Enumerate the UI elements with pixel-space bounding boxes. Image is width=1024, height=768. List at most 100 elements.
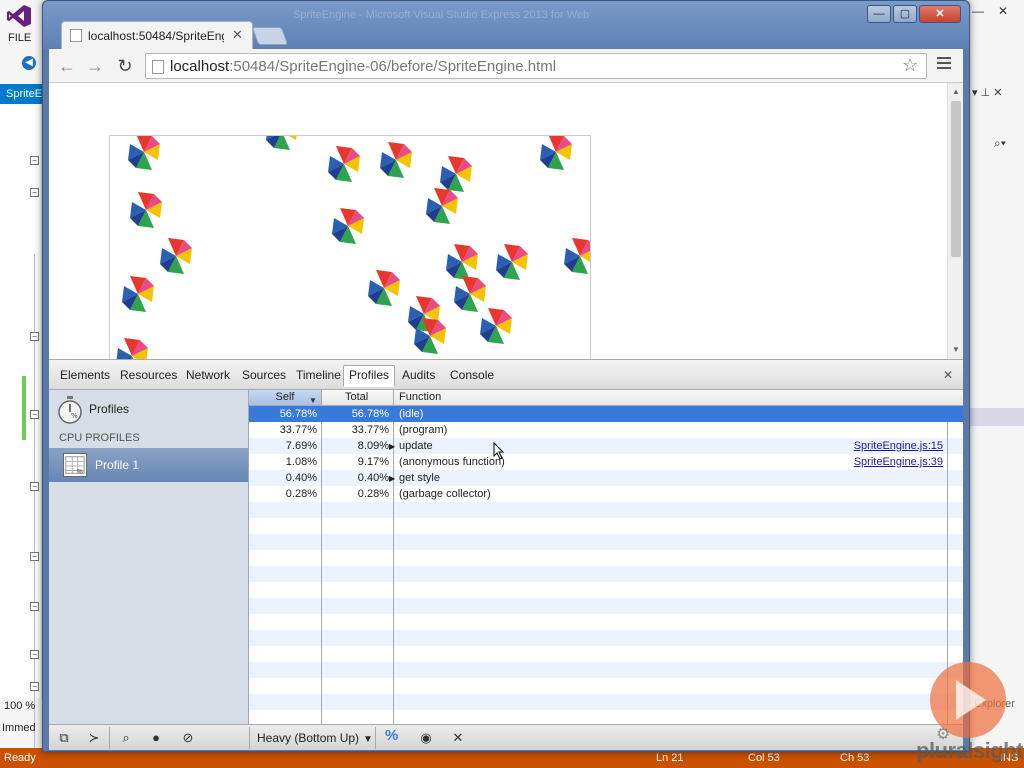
- page-scrollbar[interactable]: ▲ ▼: [947, 83, 963, 359]
- spreadsheet-icon: %: [63, 453, 87, 477]
- sprite-canvas[interactable]: [109, 135, 591, 359]
- grid-header: Self ▼ Total Function: [249, 390, 963, 406]
- address-bar[interactable]: localhost:50484/SpriteEngine-06/before/S…: [145, 53, 927, 79]
- tab-timeline[interactable]: Timeline: [291, 366, 346, 388]
- function-name: (garbage collector): [399, 488, 491, 500]
- expand-triangle-icon[interactable]: ▶: [389, 471, 399, 487]
- tab-console[interactable]: Console: [445, 366, 499, 388]
- tab-sources[interactable]: Sources: [237, 366, 291, 388]
- scroll-up-icon[interactable]: ▲: [952, 87, 960, 96]
- scrollbar-thumb[interactable]: [951, 101, 961, 257]
- browser-tab-active[interactable]: localhost:50484/SpriteEng ✕: [61, 21, 253, 49]
- eye-icon[interactable]: ◉: [415, 729, 437, 747]
- scroll-down-icon[interactable]: ▼: [952, 345, 960, 354]
- editor-tab[interactable]: SpriteE: [0, 84, 42, 104]
- function-name: (idle): [399, 408, 424, 420]
- back-arrow-icon[interactable]: ◀: [22, 56, 36, 70]
- close-window-button[interactable]: ✕: [919, 5, 961, 23]
- view-mode-select[interactable]: Heavy (Bottom Up) ▼: [257, 731, 373, 745]
- column-function[interactable]: Function: [399, 391, 441, 403]
- collapse-icon[interactable]: −: [30, 482, 39, 491]
- maximize-button[interactable]: ▢: [893, 5, 917, 23]
- percent-toggle-button[interactable]: %: [385, 727, 398, 744]
- cell-total: 56.78%: [351, 408, 389, 420]
- view-mode-label: Heavy (Bottom Up): [257, 731, 360, 745]
- column-total[interactable]: Total: [345, 391, 368, 403]
- tab-network[interactable]: Network: [181, 366, 235, 388]
- clear-icon[interactable]: ⊘: [177, 729, 199, 747]
- table-row[interactable]: 56.78% 56.78% (idle): [249, 406, 963, 422]
- column-self[interactable]: Self ▼: [249, 390, 321, 405]
- expand-triangle-icon[interactable]: ▶: [389, 439, 399, 455]
- record-icon[interactable]: ●: [145, 729, 167, 747]
- table-row[interactable]: 33.77% 33.77% (program): [249, 422, 963, 438]
- new-tab-button[interactable]: [251, 27, 289, 45]
- close-icon[interactable]: ✕: [232, 27, 243, 43]
- close-icon[interactable]: ✕: [998, 4, 1008, 18]
- table-row[interactable]: 7.69% 8.09% ▶ update SpriteEngine.js:15: [249, 438, 963, 454]
- svg-text:%: %: [71, 412, 78, 420]
- sprite-icon: [116, 338, 148, 359]
- collapse-icon[interactable]: −: [30, 682, 39, 691]
- svg-text:%: %: [77, 467, 83, 475]
- table-row[interactable]: 1.08% 9.17% (anonymous function) SpriteEngi…: [249, 454, 963, 470]
- change-tracking-bar: [22, 376, 26, 440]
- function-name: (program): [399, 424, 448, 436]
- table-row[interactable]: 0.40% 0.40% ▶ get style: [249, 470, 963, 486]
- sprite-icon: [332, 208, 364, 244]
- minimize-icon[interactable]: —: [972, 4, 984, 18]
- pin-icon[interactable]: ▾ ⊥ ✕: [972, 86, 1002, 99]
- sidebar-item-profile-1[interactable]: % Profile 1: [49, 448, 248, 482]
- collapse-icon[interactable]: −: [30, 410, 39, 419]
- collapse-icon[interactable]: −: [30, 156, 39, 165]
- cell-self: 33.77%: [279, 424, 317, 436]
- sprite-icon: [380, 142, 412, 178]
- collapse-icon[interactable]: −: [30, 552, 39, 561]
- menu-file[interactable]: FILE: [8, 32, 31, 44]
- sprite-icon: [160, 238, 192, 274]
- tab-audits[interactable]: Audits: [397, 366, 440, 388]
- page-icon: [70, 29, 82, 42]
- zoom-level[interactable]: 100 %: [4, 700, 35, 712]
- collapse-icon[interactable]: −: [30, 332, 39, 341]
- url-host: localhost: [170, 58, 230, 75]
- collapse-icon[interactable]: −: [30, 188, 39, 197]
- forward-arrow-icon[interactable]: →: [83, 55, 107, 77]
- close-icon[interactable]: ✕: [943, 368, 953, 382]
- source-link[interactable]: SpriteEngine.js:15: [854, 438, 943, 454]
- page-viewport[interactable]: ▲ ▼: [49, 83, 963, 359]
- collapse-icon[interactable]: −: [30, 602, 39, 611]
- tab-resources[interactable]: Resources: [115, 366, 182, 388]
- back-arrow-icon[interactable]: ←: [55, 55, 79, 77]
- source-link[interactable]: SpriteEngine.js:39: [854, 454, 943, 470]
- sprite-icon: [414, 318, 446, 354]
- sprite-icon: [426, 188, 458, 224]
- cell-function: (idle): [399, 406, 423, 422]
- cell-self: 0.40%: [285, 472, 317, 484]
- table-row[interactable]: 0.28% 0.28% (garbage collector): [249, 486, 963, 502]
- chevron-down-icon: ▼: [363, 734, 373, 745]
- search-icon[interactable]: ⌕▾: [994, 136, 1006, 151]
- window-title-ghost: SpriteEngine - Microsoft Visual Studio E…: [293, 9, 590, 21]
- collapse-icon[interactable]: −: [30, 650, 39, 659]
- search-icon[interactable]: ⌕: [115, 729, 137, 747]
- chrome-window: SpriteEngine - Microsoft Visual Studio E…: [42, 0, 970, 752]
- bookmark-star-icon[interactable]: ☆: [902, 55, 918, 76]
- profiles-sidebar: % Profiles CPU PROFILES % Profile 1: [49, 390, 249, 724]
- close-icon[interactable]: ✕: [447, 729, 469, 747]
- immediate-window-tab[interactable]: Immed: [2, 722, 36, 734]
- address-url[interactable]: localhost:50484/SpriteEngine-06/before/S…: [170, 58, 556, 75]
- console-drawer-icon[interactable]: ≻: [83, 729, 105, 747]
- code-editor[interactable]: − − − − − − − − −: [0, 104, 42, 768]
- dock-icon[interactable]: ⧉: [53, 729, 75, 747]
- tab-profiles[interactable]: Profiles: [343, 365, 396, 387]
- chrome-titlebar[interactable]: SpriteEngine - Microsoft Visual Studio E…: [43, 1, 969, 49]
- profiles-title[interactable]: Profiles: [89, 402, 129, 416]
- reload-icon[interactable]: ↻: [113, 55, 137, 77]
- cell-self: 7.69%: [285, 440, 317, 452]
- tab-elements[interactable]: Elements: [55, 366, 115, 388]
- toolbar-divider: [249, 727, 250, 749]
- minimize-button[interactable]: —: [867, 5, 891, 23]
- profile-label: Profile 1: [95, 458, 140, 472]
- hamburger-menu-icon[interactable]: [937, 57, 951, 72]
